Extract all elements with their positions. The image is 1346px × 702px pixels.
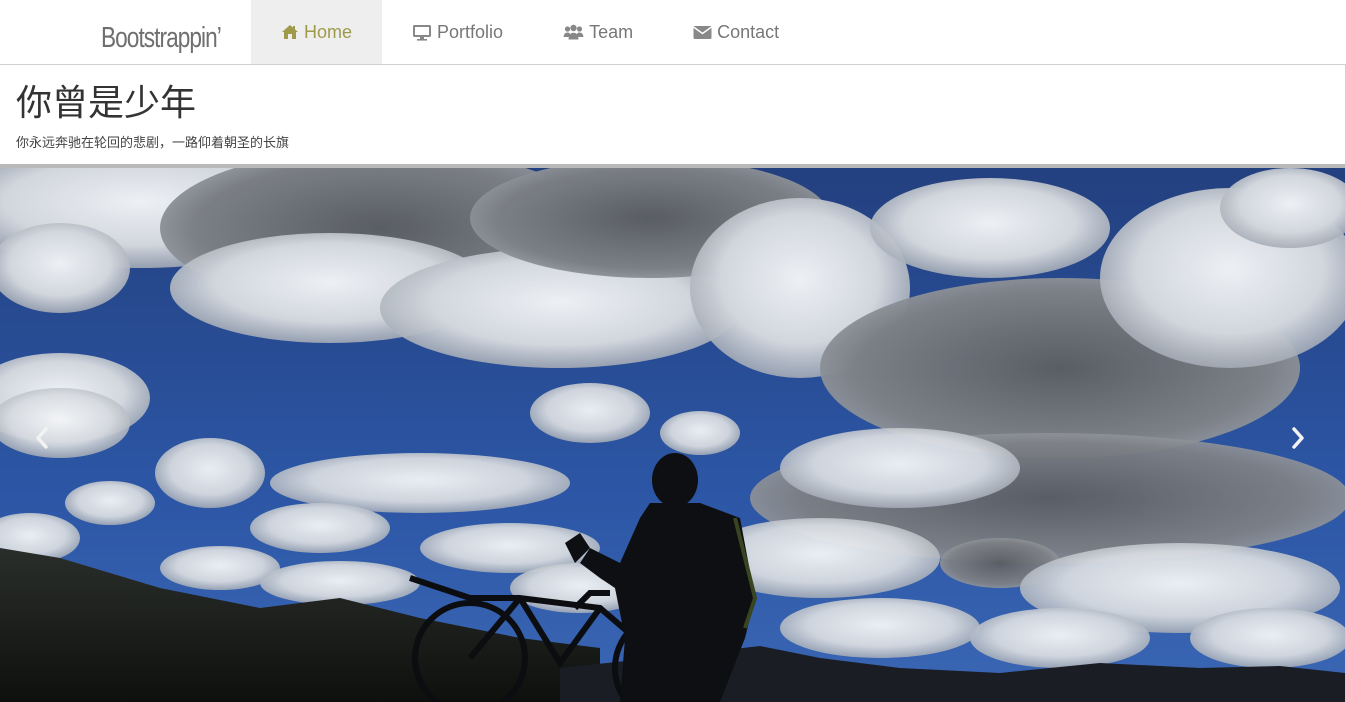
navbar: Bootstrappin’ Home Portfolio Team Contac… [0,0,1346,65]
nav-item-contact[interactable]: Contact [663,0,809,64]
brand-logo[interactable]: Bootstrappin’ [101,20,222,56]
hero-carousel[interactable] [0,168,1345,702]
nav-item-team[interactable]: Team [533,0,663,64]
chevron-left-icon [36,427,48,449]
nav-item-home[interactable]: Home [251,0,383,64]
envelope-icon [693,25,712,39]
nav-item-label: Contact [717,22,780,42]
page-title: 你曾是少年 [16,83,197,124]
main-nav: Home Portfolio Team Contact [251,0,809,64]
desktop-icon [413,24,432,41]
carousel-slide-image [0,168,1345,702]
carousel-next-button[interactable] [1268,408,1328,468]
page-header: 你曾是少年 你永远奔驰在轮回的悲剧，一路仰着朝圣的长旗 [0,65,1346,165]
nav-item-label: Team [589,22,634,42]
users-icon [563,24,584,40]
page-subtitle: 你永远奔驰在轮回的悲剧，一路仰着朝圣的长旗 [16,136,290,151]
chevron-right-icon [1292,427,1304,449]
nav-item-portfolio[interactable]: Portfolio [382,0,533,64]
carousel-prev-button[interactable] [12,408,72,468]
home-icon [282,25,298,39]
nav-item-label: Portfolio [437,22,504,42]
nav-item-label: Home [304,22,353,42]
